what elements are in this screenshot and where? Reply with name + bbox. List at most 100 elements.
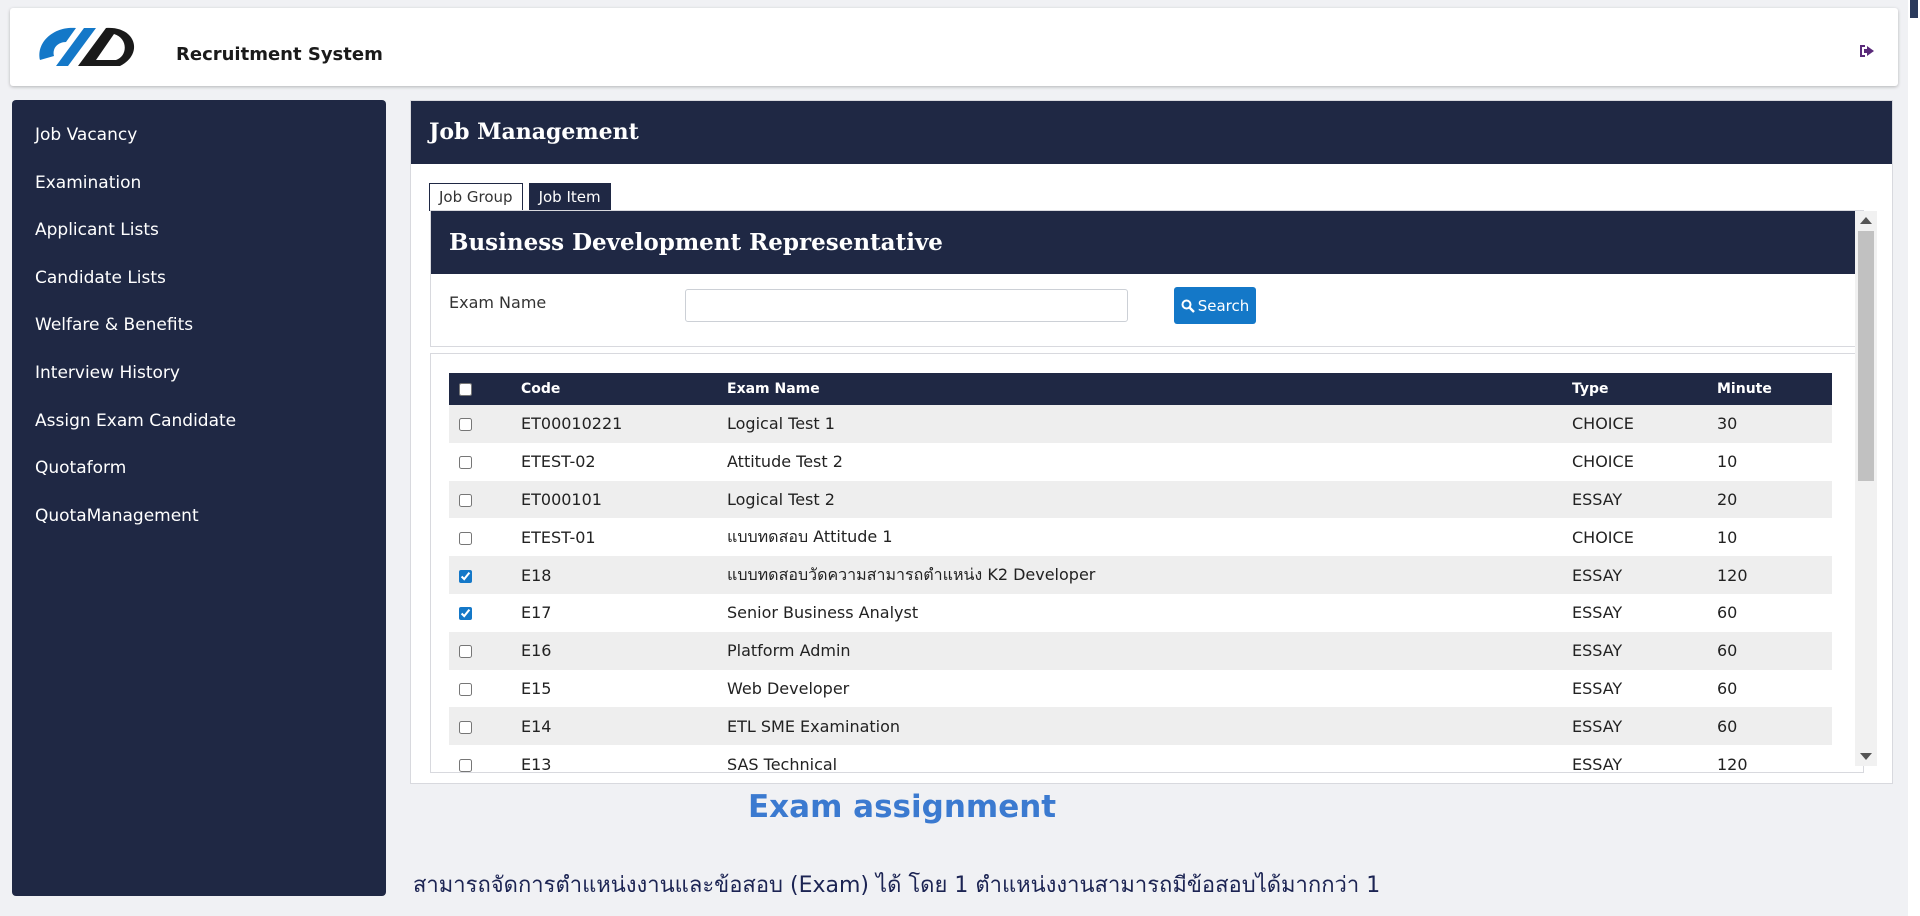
exam-table-panel: Code Exam Name Type Minute ET00010221 Lo… bbox=[430, 353, 1864, 773]
exam-minute: 60 bbox=[1717, 678, 1738, 698]
exam-name: แบบทดสอบ Attitude 1 bbox=[727, 526, 893, 546]
row-checkbox[interactable] bbox=[459, 493, 472, 507]
exam-code: E13 bbox=[521, 754, 552, 773]
exam-minute: 60 bbox=[1717, 641, 1738, 661]
exam-name: Logical Test 1 bbox=[727, 414, 835, 434]
sidebar-item-examination[interactable]: Examination bbox=[12, 166, 386, 214]
select-all-checkbox[interactable] bbox=[459, 382, 472, 396]
exam-name: แบบทดสอบวัดความสามารถตำแหน่ง K2 Develope… bbox=[727, 564, 1096, 584]
column-header-exam-name[interactable]: Exam Name bbox=[727, 373, 1572, 405]
row-checkbox[interactable] bbox=[459, 645, 472, 659]
footnote: สามารถจัดการตำแหน่งงานและข้อสอบ (Exam) ไ… bbox=[413, 873, 1381, 898]
sidebar-item-job-vacancy[interactable]: Job Vacancy bbox=[12, 118, 386, 166]
table-header-row: Code Exam Name Type Minute bbox=[449, 373, 1832, 405]
sidebar-item-quota-management[interactable]: QuotaManagement bbox=[12, 499, 386, 547]
sidebar-item-assign-exam-candidate[interactable]: Assign Exam Candidate bbox=[12, 404, 386, 452]
exam-code: E18 bbox=[521, 565, 552, 585]
table-row[interactable]: E14 ETL SME Examination ESSAY 60 bbox=[449, 707, 1832, 746]
exam-name: ETL SME Examination bbox=[727, 716, 901, 736]
exam-name: Platform Admin bbox=[727, 641, 851, 661]
exam-name: Attitude Test 2 bbox=[727, 452, 843, 472]
exam-minute: 60 bbox=[1717, 716, 1738, 736]
search-button[interactable]: Search bbox=[1174, 287, 1256, 324]
scroll-down-icon[interactable] bbox=[1860, 753, 1872, 760]
exam-type: ESSAY bbox=[1572, 716, 1623, 736]
scroll-up-icon[interactable] bbox=[1860, 217, 1872, 224]
sidebar: Job Vacancy Examination Applicant Lists … bbox=[12, 100, 386, 896]
exam-code: ET000101 bbox=[521, 489, 602, 509]
app-header: Recruitment System bbox=[10, 8, 1898, 86]
page-scrollbar-thumb[interactable] bbox=[1910, 0, 1918, 18]
page-scrollbar[interactable] bbox=[1908, 0, 1920, 916]
column-header-code[interactable]: Code bbox=[521, 373, 727, 405]
exam-type: ESSAY bbox=[1572, 603, 1623, 623]
company-logo bbox=[39, 27, 135, 66]
exam-type: CHOICE bbox=[1572, 527, 1634, 547]
select-all-cell bbox=[449, 373, 521, 405]
search-icon bbox=[1181, 299, 1195, 313]
table-row[interactable]: ET000101 Logical Test 2 ESSAY 20 bbox=[449, 480, 1832, 519]
table-row[interactable]: E17 Senior Business Analyst ESSAY 60 bbox=[449, 593, 1832, 632]
exam-minute: 10 bbox=[1717, 452, 1738, 472]
exam-type: ESSAY bbox=[1572, 754, 1623, 773]
exam-name-label: Exam Name bbox=[449, 293, 547, 312]
exam-name-input[interactable] bbox=[685, 289, 1128, 322]
exam-code: E17 bbox=[521, 603, 552, 623]
exam-type: ESSAY bbox=[1572, 565, 1623, 585]
sidebar-item-candidate-lists[interactable]: Candidate Lists bbox=[12, 261, 386, 309]
exam-minute: 120 bbox=[1717, 565, 1748, 585]
exam-name: Logical Test 2 bbox=[727, 489, 835, 509]
exam-minute: 60 bbox=[1717, 603, 1738, 623]
exam-type: ESSAY bbox=[1572, 641, 1623, 661]
app-title: Recruitment System bbox=[176, 44, 383, 65]
exam-type: ESSAY bbox=[1572, 489, 1623, 509]
tab-bar: Job Group Job Item bbox=[429, 183, 617, 211]
table-row[interactable]: E13 SAS Technical ESSAY 120 bbox=[449, 745, 1832, 773]
job-item-title: Business Development Representative bbox=[431, 211, 1863, 274]
caption: Exam assignment bbox=[748, 789, 1057, 825]
sidebar-item-interview-history[interactable]: Interview History bbox=[12, 356, 386, 404]
exam-type: CHOICE bbox=[1572, 452, 1634, 472]
table-row[interactable]: ET00010221 Logical Test 1 CHOICE 30 bbox=[449, 405, 1832, 443]
tab-job-group[interactable]: Job Group bbox=[429, 183, 523, 211]
exam-minute: 20 bbox=[1717, 489, 1738, 509]
table-row[interactable]: ETEST-02 Attitude Test 2 CHOICE 10 bbox=[449, 442, 1832, 481]
exam-table: Code Exam Name Type Minute ET00010221 Lo… bbox=[449, 373, 1832, 773]
exam-minute: 120 bbox=[1717, 754, 1748, 773]
exam-code: ETEST-01 bbox=[521, 527, 596, 547]
exam-code: E15 bbox=[521, 678, 552, 698]
exam-code: E16 bbox=[521, 641, 552, 661]
column-header-type[interactable]: Type bbox=[1572, 373, 1717, 405]
search-button-label: Search bbox=[1197, 296, 1250, 315]
exam-type: ESSAY bbox=[1572, 678, 1623, 698]
scrollbar-thumb[interactable] bbox=[1858, 231, 1874, 481]
sidebar-item-applicant-lists[interactable]: Applicant Lists bbox=[12, 213, 386, 261]
row-checkbox[interactable] bbox=[459, 607, 472, 621]
page-title: Job Management bbox=[411, 101, 1892, 164]
tab-job-item[interactable]: Job Item bbox=[528, 183, 611, 211]
exam-name: Senior Business Analyst bbox=[727, 603, 919, 623]
sidebar-item-welfare-benefits[interactable]: Welfare & Benefits bbox=[12, 308, 386, 356]
row-checkbox[interactable] bbox=[459, 456, 472, 470]
exam-code: ETEST-02 bbox=[521, 452, 596, 472]
row-checkbox[interactable] bbox=[459, 682, 472, 696]
row-checkbox[interactable] bbox=[459, 569, 472, 583]
row-checkbox[interactable] bbox=[459, 758, 472, 772]
exam-name: SAS Technical bbox=[727, 754, 838, 773]
table-row[interactable]: E15 Web Developer ESSAY 60 bbox=[449, 669, 1832, 708]
table-row[interactable]: E16 Platform Admin ESSAY 60 bbox=[449, 631, 1832, 670]
column-header-minute[interactable]: Minute bbox=[1717, 373, 1832, 405]
table-row[interactable]: E18 แบบทดสอบวัดความสามารถตำแหน่ง K2 Deve… bbox=[449, 556, 1832, 594]
row-checkbox[interactable] bbox=[459, 720, 472, 734]
row-checkbox[interactable] bbox=[459, 531, 472, 545]
exam-minute: 10 bbox=[1717, 527, 1738, 547]
logout-icon[interactable] bbox=[1858, 43, 1876, 59]
table-row[interactable]: ETEST-01 แบบทดสอบ Attitude 1 CHOICE 10 bbox=[449, 518, 1832, 557]
search-panel: Business Development Representative Exam… bbox=[430, 210, 1864, 347]
row-checkbox[interactable] bbox=[459, 418, 472, 432]
exam-code: ET00010221 bbox=[521, 414, 623, 434]
exam-minute: 30 bbox=[1717, 414, 1738, 434]
exam-table-body: ET00010221 Logical Test 1 CHOICE 30 ETES… bbox=[449, 405, 1832, 773]
table-scrollbar[interactable] bbox=[1855, 211, 1877, 766]
sidebar-item-quotaform[interactable]: Quotaform bbox=[12, 451, 386, 499]
